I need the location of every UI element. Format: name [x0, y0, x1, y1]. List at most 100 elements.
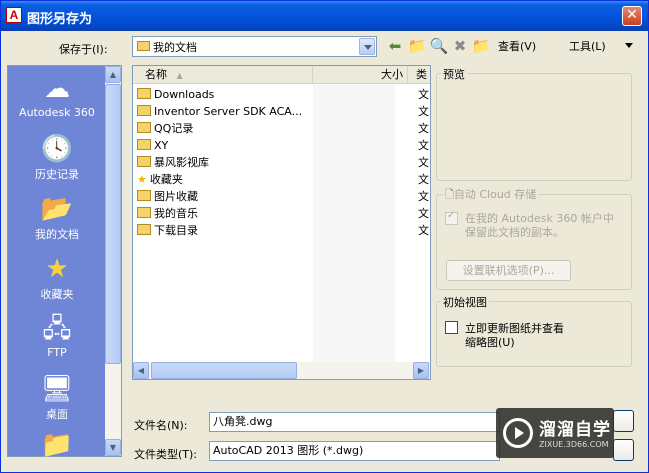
play-logo-icon [503, 418, 533, 448]
save-button[interactable] [613, 410, 634, 432]
scroll-right-button[interactable]: ▶ [413, 362, 429, 379]
file-type: 文 [418, 88, 429, 101]
view-menu[interactable]: 查看(V) [498, 38, 536, 54]
list-item[interactable]: Inventor Server SDK ACA... [137, 103, 302, 120]
cloud-storage-title: 🗋自动 Cloud 存储 [443, 186, 539, 205]
watermark: 溜溜自学 ZIXUE.3D66.COM [496, 408, 614, 458]
file-name: XY [154, 139, 169, 152]
online-options-button[interactable]: 设置联机选项(P)... [446, 260, 571, 281]
list-item[interactable]: 下载目录 [137, 222, 198, 239]
filetype-dropdown[interactable]: AutoCAD 2013 图形 (*.dwg) [209, 441, 500, 461]
list-item[interactable]: 暴风影视库 [137, 154, 209, 171]
favorites-star-icon: ★ [45, 254, 69, 284]
folder-icon [137, 139, 151, 150]
folder-icon [137, 156, 151, 167]
column-header-size[interactable]: 大小 [313, 66, 408, 84]
size-column-shade [313, 84, 395, 362]
save-in-dropdown[interactable]: 我的文档 [132, 36, 377, 57]
place-label: 我的文档 [35, 228, 79, 241]
place-desktop[interactable]: 🖥 桌面 [8, 372, 106, 422]
column-type-label: 类 [416, 68, 427, 81]
scroll-thumb[interactable] [105, 84, 121, 364]
place-history[interactable]: 🕓 历史记录 [8, 132, 106, 182]
list-item[interactable]: XY [137, 137, 168, 154]
list-item[interactable]: 我的音乐 [137, 205, 198, 222]
place-more[interactable]: 📁 [8, 428, 106, 462]
close-button[interactable]: ✕ [622, 6, 642, 26]
column-header-type[interactable]: 类 [408, 66, 430, 84]
list-item[interactable]: 图片收藏 [137, 188, 198, 205]
scroll-left-button[interactable]: ◀ [133, 362, 149, 379]
filename-label: 文件名(N): [134, 419, 188, 432]
window-title: 图形另存为 [27, 12, 93, 27]
file-name: Downloads [154, 88, 215, 101]
cloud-icon: ☁ [44, 74, 70, 104]
file-list[interactable]: 名称 ▲ 大小 类 Downloads 文 Inventor Server SD… [132, 65, 431, 380]
save-as-dialog: A 图形另存为 ✕ 保存于(I): 我的文档 ⬅ 📁 🔍 ✖ 📁 查看(V) 工… [0, 0, 649, 473]
scroll-thumb[interactable] [151, 362, 297, 379]
horizontal-scrollbar[interactable]: ◀ ▶ [133, 362, 430, 379]
folder-icon [137, 41, 150, 51]
sort-ascending-icon: ▲ [176, 71, 183, 80]
places-bar: ☁ Autodesk 360 🕓 历史记录 📂 我的文档 ★ 收藏夹 🖧 FTP… [7, 65, 122, 460]
autocad-app-icon: A [6, 7, 22, 23]
title-bar[interactable]: A 图形另存为 ✕ [1, 1, 648, 31]
cloud-doc-icon: 🗋 [445, 188, 454, 201]
place-label: Autodesk 360 [19, 106, 95, 119]
delete-icon[interactable]: ✖ [451, 37, 469, 55]
list-item[interactable]: QQ记录 [137, 120, 193, 137]
cloud-copy-label-line2: 保留此文档的副本。 [465, 226, 564, 239]
new-folder-icon[interactable]: 📁 [471, 37, 491, 55]
file-name: Inventor Server SDK ACA... [154, 105, 303, 118]
file-type: 文 [418, 224, 429, 237]
tools-menu[interactable]: 工具(L) [569, 38, 606, 54]
cloud-title-text: 自动 Cloud 存储 [453, 188, 537, 201]
column-header-name[interactable]: 名称 ▲ [133, 66, 313, 84]
place-label: 收藏夹 [40, 288, 74, 301]
scroll-up-button[interactable]: ▲ [105, 66, 121, 83]
cloud-copy-checkbox[interactable]: ✓ [445, 210, 458, 225]
update-thumbnail-label-line2: 缩略图(U) [465, 336, 515, 349]
tools-dropdown-icon[interactable] [625, 43, 633, 48]
place-favorites[interactable]: ★ 收藏夹 [8, 252, 106, 302]
file-name: 下载目录 [154, 224, 198, 237]
pictures-folder-icon [137, 190, 151, 201]
place-ftp[interactable]: 🖧 FTP [8, 312, 106, 359]
file-name: 图片收藏 [154, 190, 198, 203]
preview-group [436, 73, 632, 181]
watermark-subtitle: ZIXUE.3D66.COM [539, 440, 609, 449]
search-web-icon[interactable]: 🔍 [429, 37, 449, 55]
place-my-documents[interactable]: 📂 我的文档 [8, 192, 106, 242]
list-item[interactable]: Downloads [137, 86, 214, 103]
folder-icon [137, 224, 151, 235]
place-label: 桌面 [46, 408, 68, 421]
file-type: 文 [418, 105, 429, 118]
file-name: 我的音乐 [154, 207, 198, 220]
place-label: 历史记录 [35, 168, 79, 181]
filename-input[interactable]: 八角凳.dwg [209, 412, 500, 432]
places-scrollbar[interactable]: ▲ ▼ [105, 66, 121, 456]
up-folder-icon[interactable]: 📁 [407, 37, 427, 55]
place-label: FTP [47, 346, 67, 359]
ftp-icon: 🖧 [42, 314, 72, 344]
check-icon: ✓ [447, 210, 456, 221]
save-in-value: 我的文档 [153, 41, 197, 54]
file-type: 文 [418, 173, 429, 186]
back-arrow-icon[interactable]: ⬅ [385, 37, 405, 55]
scroll-down-button[interactable]: ▼ [105, 439, 121, 456]
cancel-button[interactable] [613, 439, 634, 461]
column-size-label: 大小 [381, 68, 403, 81]
file-name: 收藏夹 [149, 173, 183, 186]
list-item[interactable]: ★ 收藏夹 [137, 171, 183, 188]
update-thumbnail-checkbox[interactable] [445, 321, 458, 334]
file-name: QQ记录 [154, 122, 194, 135]
music-folder-icon [137, 207, 151, 218]
file-type: 文 [418, 190, 429, 203]
initial-view-title: 初始视图 [441, 294, 489, 310]
filetype-label: 文件类型(T): [134, 448, 198, 461]
file-type: 文 [418, 139, 429, 152]
place-autodesk-360[interactable]: ☁ Autodesk 360 [8, 72, 106, 119]
chevron-down-icon[interactable] [359, 38, 375, 55]
folder-icon [137, 88, 151, 99]
folder-icon [137, 105, 151, 116]
